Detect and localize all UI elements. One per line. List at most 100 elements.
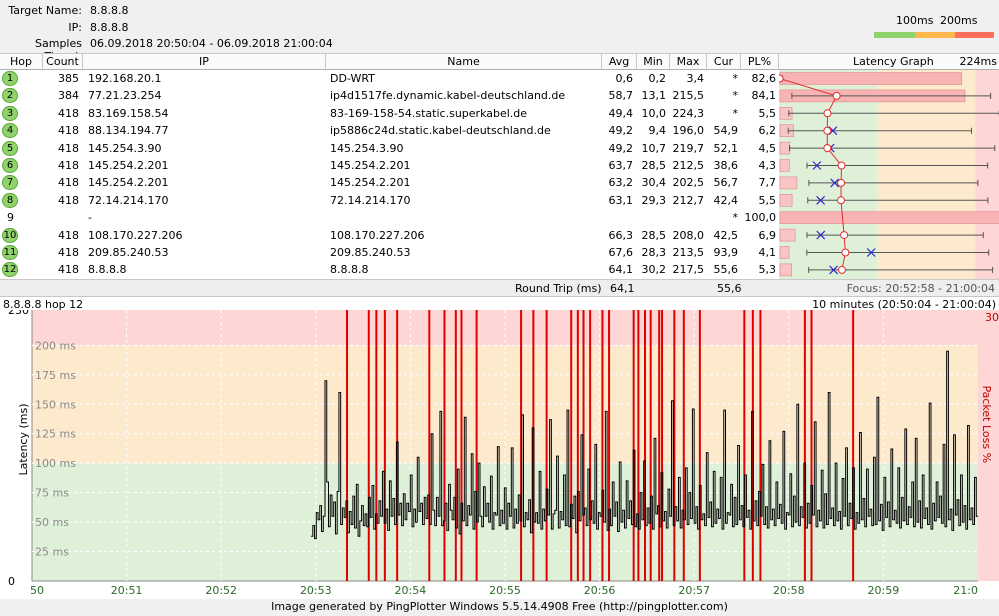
packet-loss-bar [779, 176, 798, 190]
hop-badge: 5 [2, 140, 18, 156]
cell-min: 28,5 [641, 159, 667, 172]
cell-ip: 77.21.23.254 [88, 89, 162, 103]
col-max-header[interactable]: Max [670, 53, 707, 70]
cell-count: 418 [58, 193, 79, 207]
hop-badge: 3 [2, 105, 18, 121]
x-tick-label: 20:53 [300, 584, 332, 597]
samples-timed-value: 06.09.2018 20:50:04 - 06.09.2018 21:00:0… [90, 37, 333, 50]
table-row[interactable]: 5 418 145.254.3.90 145.254.3.90 49,2 10,7 219,… [0, 140, 779, 157]
avg-marker [832, 91, 841, 100]
cell-max: 217,5 [672, 263, 705, 277]
cell-pl: 4,1 [758, 246, 777, 259]
cell-ip: 108.170.227.206 [88, 228, 183, 242]
latency-timeline-chart[interactable]: 230 200 ms 175 ms 150 ms 125 ms 100 ms 75 ms 50… [0, 310, 999, 600]
col-pl-header[interactable]: PL% [741, 53, 779, 70]
col-name-header[interactable]: Name [326, 53, 602, 70]
table-row[interactable]: 2 384 77.21.23.254 ip4d1517fe.dynamic.kabel… [0, 87, 779, 104]
cell-min: 30,2 [641, 263, 667, 277]
x-tick-label: 20:59 [868, 584, 900, 597]
avg-marker [823, 144, 832, 153]
cell-pl: 4,3 [758, 159, 777, 172]
cell-max: 219,7 [672, 141, 705, 155]
ip-value: 8.8.8.8 [90, 21, 129, 34]
cell-cur: 52,1 [713, 141, 739, 155]
avg-marker [837, 178, 846, 187]
cell-max: 208,0 [672, 228, 705, 242]
cell-max: 212,5 [672, 159, 705, 172]
packet-loss-bar [779, 72, 963, 85]
generated-by-footer: Image generated by PingPlotter Windows 5… [0, 599, 999, 616]
cell-avg: 63,1 [608, 193, 634, 207]
col-min-header[interactable]: Min [637, 53, 670, 70]
y-tick-label: 100 ms [35, 457, 76, 470]
y-tick-label: 125 ms [35, 428, 76, 441]
avg-marker [840, 231, 849, 240]
table-row[interactable]: 8 418 72.14.214.170 72.14.214.170 63,1 29,3 21… [0, 192, 779, 209]
col-latency-graph-header[interactable]: Latency Graph 224ms [779, 53, 999, 70]
cell-ip: - [88, 211, 92, 225]
table-row[interactable]: 10 418 108.170.227.206 108.170.227.206 66,3 2… [0, 227, 779, 244]
round-trip-cur: 55,6 [717, 282, 742, 295]
cell-min: 9,4 [648, 124, 667, 138]
avg-marker [823, 109, 832, 118]
hop-badge: 11 [2, 245, 18, 260]
hop-number: 9 [7, 211, 14, 225]
x-tick-label: 20:57 [678, 584, 710, 597]
focus-range[interactable]: Focus: 20:52:58 - 21:00:04 [847, 280, 995, 297]
table-row[interactable]: 7 418 145.254.2.201 145.254.2.201 63,2 30,4 20… [0, 174, 779, 191]
table-row[interactable]: 1 385 192.168.20.1 DD-WRT 0,6 0,2 3,4 * 82,6 [0, 70, 779, 87]
y-tick-label: 50 ms [35, 516, 69, 529]
packet-loss-bar [779, 194, 793, 207]
cell-min: 30,4 [641, 176, 667, 190]
cell-pl: 5,3 [758, 263, 777, 277]
scale-bad-bar [955, 32, 994, 38]
cell-name: 145.254.2.201 [330, 159, 411, 172]
col-cur-header[interactable]: Cur [707, 53, 741, 70]
cell-max: 213,5 [672, 246, 705, 259]
table-row[interactable]: 3 418 83.169.158.54 83-169-158-54.static.su… [0, 105, 779, 122]
cell-pl: 82,6 [751, 72, 777, 85]
cell-cur: 42,4 [713, 193, 739, 207]
col-avg-header[interactable]: Avg [602, 53, 637, 70]
packet-loss-bar [779, 263, 792, 277]
col-hop-header[interactable]: Hop [0, 53, 43, 70]
cell-count: 418 [58, 228, 79, 242]
table-row[interactable]: 11 418 209.85.240.53 209.85.240.53 67,6 28,3 2… [0, 244, 779, 261]
cell-count: 418 [58, 263, 79, 277]
cell-count: 384 [58, 89, 79, 103]
cell-ip: 72.14.214.170 [88, 193, 169, 207]
avg-marker [837, 161, 846, 170]
avg-marker [837, 265, 846, 274]
col-count-header[interactable]: Count [43, 53, 83, 70]
cell-cur: 42,5 [713, 228, 739, 242]
cell-name: ip5886c24d.static.kabel-deutschland.de [330, 124, 551, 138]
hop-badge: 1 [2, 71, 18, 86]
round-trip-row: Round Trip (ms) 64,1 55,6 Focus: 20:52:5… [0, 279, 999, 296]
cell-ip: 192.168.20.1 [88, 72, 162, 85]
table-row[interactable]: 9 - * 100,0 [0, 209, 779, 226]
cell-count: 418 [58, 159, 79, 172]
cell-max: 202,5 [672, 176, 705, 190]
cell-name: 145.254.3.90 [330, 141, 404, 155]
table-row[interactable]: 6 418 145.254.2.201 145.254.2.201 63,7 28,5 21… [0, 157, 779, 174]
cell-cur: 56,7 [713, 176, 739, 190]
ip-label: IP: [68, 21, 82, 34]
avg-marker [823, 126, 832, 135]
x-tick-label: 20:54 [395, 584, 427, 597]
table-row[interactable]: 12 418 8.8.8.8 8.8.8.8 64,1 30,2 217,5 55,6 5,3 [0, 261, 779, 278]
col-ip-header[interactable]: IP [83, 53, 326, 70]
y2-axis-title: Packet Loss % [980, 386, 993, 464]
cell-ip: 145.254.2.201 [88, 176, 169, 190]
packet-loss-bar [779, 246, 790, 259]
table-row[interactable]: 4 418 88.134.194.77 ip5886c24d.static.kabel… [0, 122, 779, 139]
round-trip-avg: 64,1 [610, 282, 635, 295]
hop-badge: 10 [2, 227, 18, 243]
cell-pl: 4,5 [758, 141, 777, 155]
cell-ip: 8.8.8.8 [88, 263, 127, 277]
x-tick-label: 20:56 [584, 584, 616, 597]
cell-avg: 63,7 [608, 159, 634, 172]
latency-color-scale: 100ms 200ms [874, 10, 994, 40]
cell-min: 29,3 [641, 193, 667, 207]
hop-badge: 6 [2, 158, 18, 173]
cell-max: 212,7 [672, 193, 705, 207]
